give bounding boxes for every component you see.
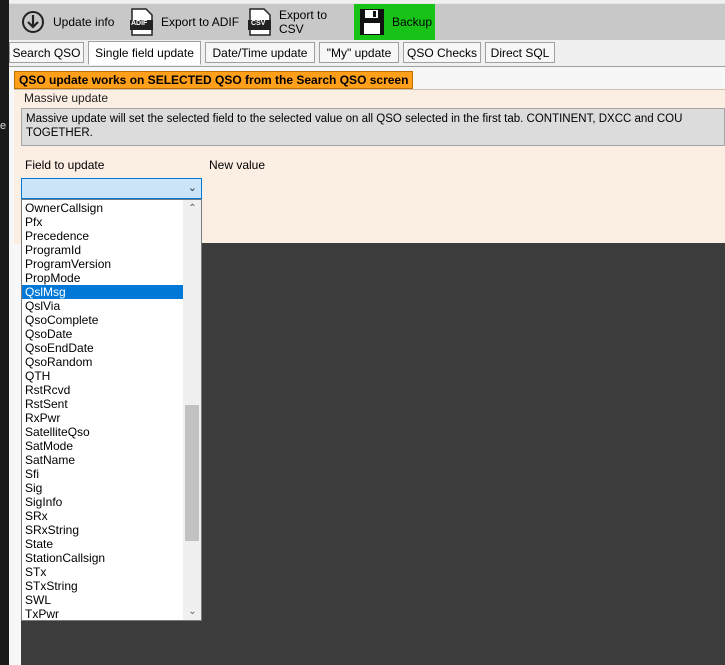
dropdown-items: OwnerCallsign Pfx Precedence ProgramId Progr… <box>22 201 185 620</box>
download-icon <box>19 7 47 37</box>
chevron-down-icon: ⌄ <box>187 182 197 194</box>
dropdown-item[interactable]: ProgramVersion <box>22 257 185 271</box>
dropdown-item[interactable]: ProgramId <box>22 243 185 257</box>
dropdown-item[interactable]: SatMode <box>22 439 185 453</box>
dropdown-item[interactable]: RstRcvd <box>22 383 185 397</box>
dropdown-item[interactable]: Precedence <box>22 229 185 243</box>
tab-date-time-update[interactable]: Date/Time update <box>205 42 315 63</box>
background-window-text: e <box>0 120 7 132</box>
dropdown-item[interactable]: SigInfo <box>22 495 185 509</box>
dropdown-item[interactable]: STxString <box>22 579 185 593</box>
dropdown-item[interactable]: State <box>22 537 185 551</box>
selection-warning-label: QSO update works on SELECTED QSO from th… <box>14 71 414 89</box>
new-value-label: New value <box>209 158 266 172</box>
dropdown-item[interactable]: QslMsg <box>22 285 185 299</box>
csv-file-icon: CSV <box>245 7 273 37</box>
dropdown-item[interactable]: QsoEndDate <box>22 341 185 355</box>
background-window-edge <box>0 0 9 665</box>
update-info-button[interactable]: Update info <box>15 4 125 40</box>
dropdown-item[interactable]: TxPwr <box>22 607 185 620</box>
export-adif-button[interactable]: ADIF Export to ADIF <box>123 4 243 40</box>
dropdown-item[interactable]: StationCallsign <box>22 551 185 565</box>
export-csv-button[interactable]: CSV Export to CSV <box>241 4 355 40</box>
dropdown-item[interactable]: STx <box>22 565 185 579</box>
field-to-update-label: Field to update <box>25 158 105 172</box>
tab-search-qso[interactable]: Search QSO <box>9 42 84 63</box>
export-adif-label: Export to ADIF <box>161 15 240 29</box>
adif-file-icon: ADIF <box>127 7 155 37</box>
scroll-down-arrow-icon[interactable]: ⌄ <box>184 603 201 620</box>
description-textbox: Massive update will set the selected fie… <box>21 108 725 146</box>
floppy-disk-icon <box>358 7 386 37</box>
tab-qso-checks[interactable]: QSO Checks <box>403 42 481 63</box>
export-csv-label: Export to CSV <box>279 8 328 36</box>
dropdown-item[interactable]: PropMode <box>22 271 185 285</box>
dropdown-item[interactable]: QsoDate <box>22 327 185 341</box>
group-title: Massive update <box>24 91 109 105</box>
dropdown-item[interactable]: RxPwr <box>22 411 185 425</box>
backup-button[interactable]: Backup <box>354 4 435 40</box>
dropdown-item[interactable]: SatelliteQso <box>22 425 185 439</box>
field-dropdown-list[interactable]: OwnerCallsign Pfx Precedence ProgramId Progr… <box>21 199 202 621</box>
dropdown-item[interactable]: QTH <box>22 369 185 383</box>
dropdown-item[interactable]: SatName <box>22 453 185 467</box>
dropdown-item[interactable]: Pfx <box>22 215 185 229</box>
tab-my-update[interactable]: "My" update <box>319 42 399 63</box>
dropdown-item[interactable]: QsoRandom <box>22 355 185 369</box>
dropdown-item[interactable]: SRx <box>22 509 185 523</box>
backup-label: Backup <box>392 15 433 29</box>
tab-strip: Search QSO Single field update Date/Time… <box>9 40 725 66</box>
dropdown-item[interactable]: SWL <box>22 593 185 607</box>
dropdown-item[interactable]: OwnerCallsign <box>22 201 185 215</box>
dropdown-item[interactable]: Sfi <box>22 467 185 481</box>
dropdown-item[interactable]: RstSent <box>22 397 185 411</box>
scroll-up-arrow-icon[interactable]: ⌃ <box>184 200 201 217</box>
tab-direct-sql[interactable]: Direct SQL <box>485 42 555 63</box>
dropdown-item[interactable]: Sig <box>22 481 185 495</box>
toolbar: Update info ADIF Export to ADIF CSV Expo… <box>9 3 725 41</box>
field-to-update-select[interactable]: ⌄ <box>21 178 202 199</box>
tab-single-field-update[interactable]: Single field update <box>88 41 201 65</box>
dropdown-item[interactable]: QslVia <box>22 299 185 313</box>
update-info-label: Update info <box>53 15 115 29</box>
dropdown-item[interactable]: SRxString <box>22 523 185 537</box>
dropdown-item[interactable]: QsoComplete <box>22 313 185 327</box>
scrollbar-thumb[interactable] <box>185 404 199 541</box>
dropdown-scrollbar[interactable]: ⌃ ⌄ <box>183 200 201 620</box>
